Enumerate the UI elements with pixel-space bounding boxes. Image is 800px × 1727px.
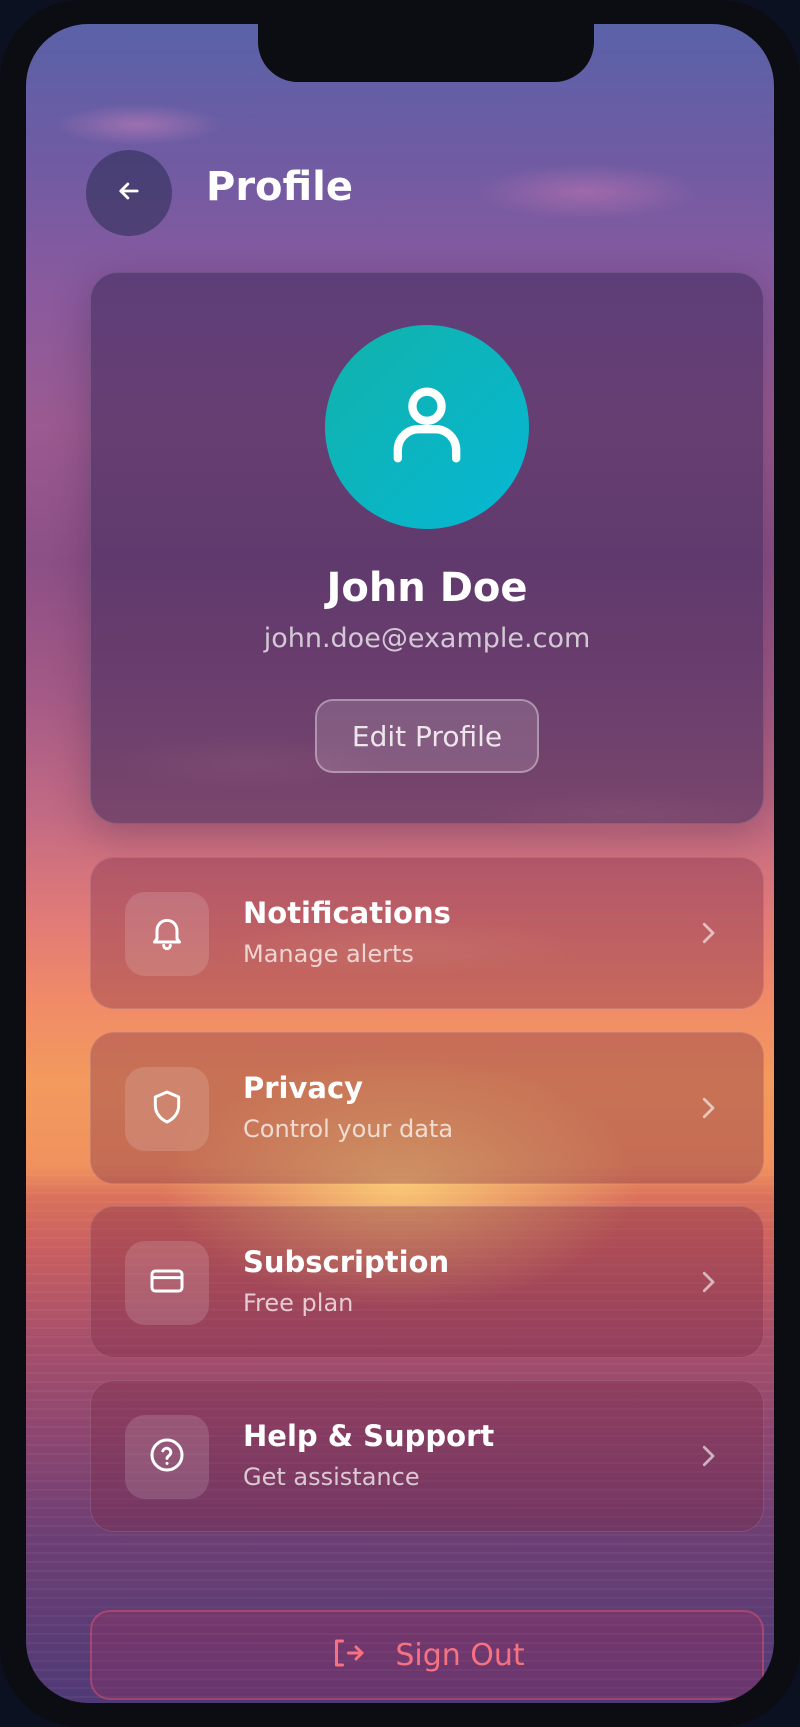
menu-item-subscription[interactable]: Subscription Free plan bbox=[90, 1206, 764, 1358]
arrow-left-icon bbox=[115, 177, 143, 209]
log-out-icon bbox=[329, 1635, 365, 1675]
credit-card-icon bbox=[147, 1261, 187, 1305]
menu-item-title: Privacy bbox=[243, 1071, 364, 1105]
sign-out-button[interactable]: Sign Out bbox=[90, 1610, 764, 1700]
phone-frame: Profile John Doe john.doe@example.com Ed… bbox=[0, 0, 800, 1727]
avatar bbox=[325, 325, 529, 529]
screen: Profile John Doe john.doe@example.com Ed… bbox=[26, 24, 774, 1703]
page-title: Profile bbox=[206, 164, 354, 210]
menu-item-subtitle: Get assistance bbox=[243, 1463, 420, 1491]
user-email: john.doe@example.com bbox=[263, 623, 591, 654]
menu-item-title: Subscription bbox=[243, 1245, 450, 1279]
sign-out-label: Sign Out bbox=[395, 1637, 525, 1673]
menu-item-title: Help & Support bbox=[243, 1419, 495, 1453]
back-button[interactable] bbox=[86, 150, 172, 236]
chevron-right-icon bbox=[693, 916, 723, 954]
bell-icon bbox=[147, 912, 187, 956]
menu-item-privacy[interactable]: Privacy Control your data bbox=[90, 1032, 764, 1184]
chevron-right-icon bbox=[693, 1439, 723, 1477]
menu-item-subtitle: Free plan bbox=[243, 1289, 354, 1317]
menu-item-subtitle: Control your data bbox=[243, 1115, 454, 1143]
chevron-right-icon bbox=[693, 1265, 723, 1303]
edit-profile-button[interactable]: Edit Profile bbox=[315, 699, 539, 773]
help-circle-icon bbox=[147, 1435, 187, 1479]
user-icon bbox=[377, 375, 477, 479]
device-notch bbox=[258, 24, 594, 82]
menu-item-subtitle: Manage alerts bbox=[243, 940, 414, 968]
chevron-right-icon bbox=[693, 1091, 723, 1129]
menu-item-help-support[interactable]: Help & Support Get assistance bbox=[90, 1380, 764, 1532]
menu-item-notifications[interactable]: Notifications Manage alerts bbox=[90, 857, 764, 1009]
shield-icon bbox=[147, 1087, 187, 1131]
menu-item-title: Notifications bbox=[243, 896, 451, 930]
profile-card: John Doe john.doe@example.com Edit Profi… bbox=[90, 272, 764, 824]
user-name: John Doe bbox=[326, 565, 528, 611]
